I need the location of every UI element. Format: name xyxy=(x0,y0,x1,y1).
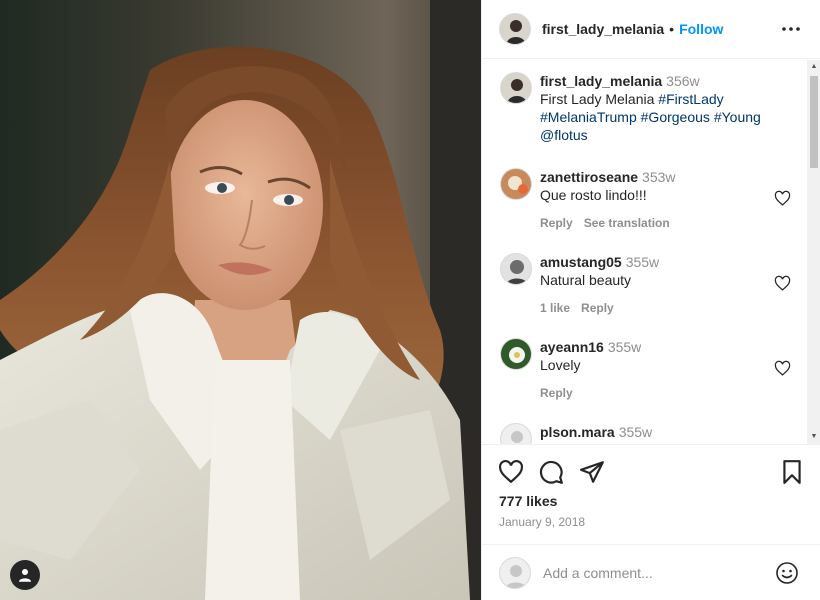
scroll-up-arrow[interactable]: ▲ xyxy=(810,63,818,71)
caption-time: 356w xyxy=(666,73,700,89)
comment-text: Natural beauty xyxy=(540,272,632,288)
commenter-username[interactable]: zanettiroseane xyxy=(540,169,638,185)
portrait-image xyxy=(0,0,481,600)
author-username[interactable]: first_lady_melania xyxy=(542,21,664,37)
reply-button[interactable]: Reply xyxy=(540,216,573,230)
user-tags-icon xyxy=(19,569,31,582)
heart-icon[interactable] xyxy=(774,190,791,207)
mention[interactable]: @flotus xyxy=(540,127,588,143)
hashtag[interactable]: #FirstLady xyxy=(658,91,723,107)
comment-text: Que rosto lindo!!! xyxy=(540,187,647,203)
reply-button[interactable]: Reply xyxy=(540,386,573,400)
comment-time: 355w xyxy=(607,339,642,355)
comments-list[interactable]: first_lady_melania 356w First Lady Melani… xyxy=(482,60,807,444)
more-options-button[interactable] xyxy=(781,19,801,39)
post-photo[interactable] xyxy=(0,0,481,600)
commenter-avatar[interactable] xyxy=(500,168,532,200)
commenter-username[interactable]: plson.mara xyxy=(540,424,615,440)
comment-text: Lovely xyxy=(540,357,581,373)
paper-plane-icon[interactable] xyxy=(579,459,605,485)
caption-text: First Lady Melania xyxy=(540,91,659,107)
author-avatar[interactable] xyxy=(499,13,531,45)
more-horizontal-icon xyxy=(782,27,800,31)
heart-icon[interactable] xyxy=(774,275,791,292)
commenter-avatar[interactable] xyxy=(500,338,532,370)
current-user-avatar xyxy=(499,556,531,589)
hashtag[interactable]: #MelaniaTrump xyxy=(540,109,637,125)
post-date: January 9, 2018 xyxy=(499,515,586,529)
commenter-username[interactable]: amustang05 xyxy=(540,254,622,270)
comments-scrollbar[interactable]: ▲ ▼ xyxy=(807,60,820,444)
scroll-thumb[interactable] xyxy=(810,76,818,168)
bookmark-icon[interactable] xyxy=(779,459,805,485)
caption-username[interactable]: first_lady_melania xyxy=(540,73,662,89)
separator-dot: • xyxy=(669,21,675,37)
reply-button[interactable]: Reply xyxy=(581,301,614,315)
see-translation-button[interactable]: See translation xyxy=(584,216,670,230)
comment-time: 355w xyxy=(625,254,660,270)
commenter-username[interactable]: ayeann16 xyxy=(540,339,604,355)
heart-icon[interactable] xyxy=(498,459,524,485)
commenter-avatar[interactable] xyxy=(500,253,532,285)
user-tags-button[interactable] xyxy=(10,560,40,590)
scroll-down-arrow[interactable]: ▼ xyxy=(810,433,818,441)
caption-avatar[interactable] xyxy=(500,72,532,104)
post-header: first_lady_melania • Follow xyxy=(482,0,820,59)
hashtag[interactable]: #Young xyxy=(714,109,761,125)
hashtag[interactable]: #Gorgeous xyxy=(641,109,710,125)
smiley-icon[interactable] xyxy=(775,561,799,585)
comment-time: 353w xyxy=(642,169,676,185)
post-actions: 777 likes January 9, 2018 xyxy=(482,444,820,544)
comment-input[interactable] xyxy=(543,564,763,581)
commenter-avatar[interactable] xyxy=(500,423,532,444)
heart-icon[interactable] xyxy=(774,360,791,377)
post-side-panel: first_lady_melania • Follow first_lady_m… xyxy=(481,0,820,600)
comment-icon[interactable] xyxy=(538,459,564,485)
likes-count[interactable]: 777 likes xyxy=(499,493,557,509)
add-comment-bar xyxy=(482,544,820,600)
comment-time: 355w xyxy=(618,424,653,440)
comment-likes[interactable]: 1 like xyxy=(540,301,570,315)
follow-button[interactable]: Follow xyxy=(679,21,723,37)
